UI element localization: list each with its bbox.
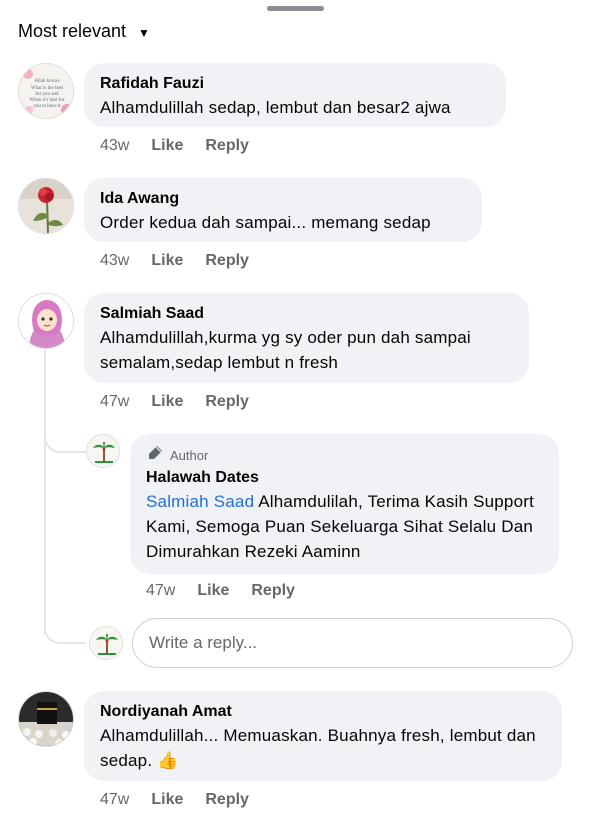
thread-line [44,350,46,635]
reply-button[interactable]: Reply [205,137,249,155]
avatar[interactable] [18,178,74,234]
comment-time[interactable]: 47w [100,393,129,411]
sort-label: Most relevant [18,21,127,41]
thread-branch [44,606,86,644]
commenter-name[interactable]: Rafidah Fauzi [100,73,490,95]
avatar-text: you to have it [33,104,61,109]
chevron-down-icon: ▼ [138,25,150,40]
avatar-text: When it's best for [29,98,65,103]
reply-bubble: Author Halawah Dates Salmiah Saad Alhamd… [130,434,559,574]
reply-button[interactable]: Reply [205,791,249,809]
reply-button[interactable]: Reply [251,582,295,600]
avatar-text: What is the best [31,86,64,91]
mention-link[interactable]: Salmiah Saad [146,492,254,511]
avatar[interactable]: Allah knows What is the best for you and… [18,63,74,119]
avatar[interactable] [18,691,74,747]
reply-button[interactable]: Reply [205,393,249,411]
reply-button[interactable]: Reply [205,252,249,270]
comment-text: Alhamdulillah,kurma yg sy oder pun dah s… [100,328,471,372]
commenter-name[interactable]: Ida Awang [100,188,466,210]
avatar[interactable] [86,434,120,468]
reply-input[interactable] [132,618,573,668]
comment-text: Order kedua dah sampai... memang sedap [100,213,431,232]
drag-handle[interactable] [267,6,324,11]
comment-bubble: Ida Awang Order kedua dah sampai... mema… [84,178,482,242]
like-button[interactable]: Like [151,393,183,411]
comment-bubble: Salmiah Saad Alhamdulillah,kurma yg sy o… [84,293,529,383]
like-button[interactable]: Like [197,582,229,600]
thread-branch [44,415,86,453]
like-button[interactable]: Like [151,252,183,270]
commenter-name[interactable]: Halawah Dates [146,467,543,489]
comment-meta: 43w Like Reply [100,252,249,270]
comment-meta: 43w Like Reply [100,137,249,155]
microphone-icon [146,444,164,467]
author-badge-label: Author [170,447,209,463]
like-button[interactable]: Like [151,791,183,809]
comment-meta: 47w Like Reply [146,582,295,600]
author-badge: Author [146,444,543,467]
comment-time[interactable]: 47w [146,582,175,600]
comment-text: Alhamdulillah... Memuaskan. Buahnya fres… [100,723,546,773]
avatar-text: for you and [35,92,59,97]
comment-meta: 47w Like Reply [100,791,249,809]
comment-meta: 47w Like Reply [100,393,249,411]
commenter-name[interactable]: Nordiyanah Amat [100,701,546,723]
avatar-text: Allah knows [34,79,59,84]
comment-text: Salmiah Saad Alhamdulilah, Terima Kasih … [146,489,543,564]
comment-time[interactable]: 43w [100,252,129,270]
comment-time[interactable]: 43w [100,137,129,155]
commenter-name[interactable]: Salmiah Saad [100,303,513,325]
comment-bubble: Nordiyanah Amat Alhamdulillah... Memuask… [84,691,562,781]
avatar [89,626,123,660]
comment-bubble: Rafidah Fauzi Alhamdulillah sedap, lembu… [84,63,506,127]
avatar[interactable] [18,293,74,349]
thumbs-up-icon: 👍 [157,751,179,770]
comment-text: Alhamdulillah sedap, lembut dan besar2 a… [100,98,451,117]
comment-time[interactable]: 47w [100,791,129,809]
like-button[interactable]: Like [151,137,183,155]
sort-dropdown[interactable]: Most relevant ▼ [18,21,150,42]
